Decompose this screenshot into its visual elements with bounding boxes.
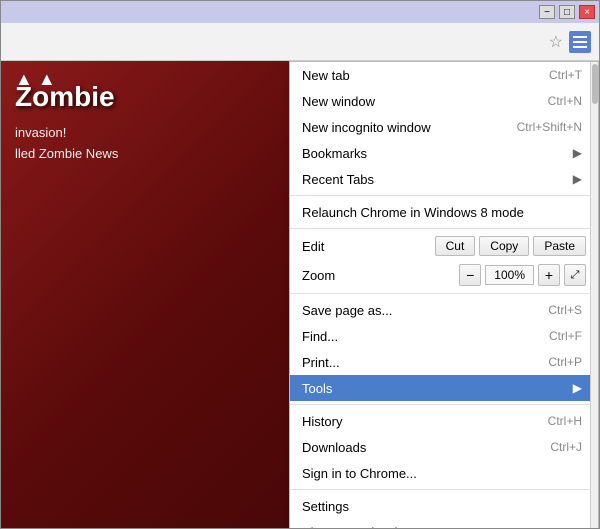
downloads-shortcut: Ctrl+J [550,440,582,454]
new-tab-shortcut: Ctrl+T [549,68,582,82]
zoom-control-group: − 100% + ⤢ [459,264,586,286]
menu-item-new-tab[interactable]: New tab Ctrl+T [290,62,598,88]
menu-item-tools[interactable]: Tools ▶ [290,375,598,401]
menu-line-2 [573,41,587,43]
menu-item-settings[interactable]: Settings [290,493,598,519]
page-title: Zombie [15,81,115,113]
save-page-shortcut: Ctrl+S [548,303,582,317]
tools-arrow-icon: ▶ [573,381,582,395]
menu-item-find[interactable]: Find... Ctrl+F [290,323,598,349]
new-tab-label: New tab [302,68,529,83]
separator-1 [290,195,598,196]
downloads-label: Downloads [302,440,530,455]
minimize-button[interactable]: − [539,5,555,19]
bookmarks-arrow-icon: ▶ [573,146,582,160]
bookmark-star-icon[interactable]: ☆ [549,32,563,52]
edit-button-group: Cut Copy Paste [435,236,586,256]
page-area: ▲ ▲ Zombie invasion! lled Zombie News Ne… [1,61,599,528]
menu-item-print[interactable]: Print... Ctrl+P [290,349,598,375]
zoom-in-button[interactable]: + [538,264,560,286]
menu-item-zoom: Zoom − 100% + ⤢ [290,260,598,290]
menu-item-edit: Edit Cut Copy Paste [290,232,598,260]
zoom-value-display: 100% [485,265,534,285]
page-line1: invasion! [15,123,118,144]
menu-line-3 [573,46,587,48]
menu-item-sign-in[interactable]: Sign in to Chrome... [290,460,598,486]
title-bar: − □ × [1,1,599,23]
edit-label: Edit [302,239,435,254]
separator-2 [290,228,598,229]
print-shortcut: Ctrl+P [548,355,582,369]
find-label: Find... [302,329,529,344]
toolbar-right: ☆ [549,31,591,53]
scrollbar-thumb [592,64,598,104]
sign-in-label: Sign in to Chrome... [302,466,582,481]
browser-toolbar: ☆ [1,23,599,61]
settings-label: Settings [302,499,582,514]
chrome-menu-button[interactable] [569,31,591,53]
new-incognito-shortcut: Ctrl+Shift+N [517,120,582,134]
new-window-label: New window [302,94,528,109]
maximize-button[interactable]: □ [559,5,575,19]
bookmarks-label: Bookmarks [302,146,565,161]
save-page-label: Save page as... [302,303,528,318]
find-shortcut: Ctrl+F [549,329,582,343]
relaunch-label: Relaunch Chrome in Windows 8 mode [302,205,582,220]
separator-5 [290,489,598,490]
zoom-out-button[interactable]: − [459,264,481,286]
menu-line-1 [573,36,587,38]
new-window-shortcut: Ctrl+N [548,94,582,108]
print-label: Print... [302,355,528,370]
menu-item-downloads[interactable]: Downloads Ctrl+J [290,434,598,460]
about-label: About Google Chrome [302,525,582,529]
menu-item-save-page[interactable]: Save page as... Ctrl+S [290,297,598,323]
browser-window: − □ × ☆ ▲ ▲ Zombie invasion! lled Zombie… [0,0,600,529]
recent-tabs-label: Recent Tabs [302,172,565,187]
menu-item-relaunch[interactable]: Relaunch Chrome in Windows 8 mode [290,199,598,225]
copy-button[interactable]: Copy [479,236,529,256]
page-body: invasion! lled Zombie News [15,123,118,165]
separator-3 [290,293,598,294]
menu-item-history[interactable]: History Ctrl+H [290,408,598,434]
tools-label: Tools [302,381,565,396]
zoom-fullscreen-button[interactable]: ⤢ [564,264,586,286]
history-label: History [302,414,528,429]
menu-item-recent-tabs[interactable]: Recent Tabs ▶ [290,166,598,192]
new-incognito-label: New incognito window [302,120,497,135]
recent-tabs-arrow-icon: ▶ [573,172,582,186]
menu-item-new-window[interactable]: New window Ctrl+N [290,88,598,114]
cut-button[interactable]: Cut [435,236,476,256]
page-line2: lled Zombie News [15,144,118,165]
chrome-dropdown-menu: New tab Ctrl+T New window Ctrl+N New inc… [289,61,599,528]
close-button[interactable]: × [579,5,595,19]
history-shortcut: Ctrl+H [548,414,582,428]
menu-item-bookmarks[interactable]: Bookmarks ▶ [290,140,598,166]
menu-scrollbar[interactable] [590,62,598,528]
paste-button[interactable]: Paste [533,236,586,256]
menu-item-about[interactable]: About Google Chrome [290,519,598,528]
separator-4 [290,404,598,405]
zoom-label: Zoom [302,268,459,283]
menu-item-new-incognito[interactable]: New incognito window Ctrl+Shift+N [290,114,598,140]
